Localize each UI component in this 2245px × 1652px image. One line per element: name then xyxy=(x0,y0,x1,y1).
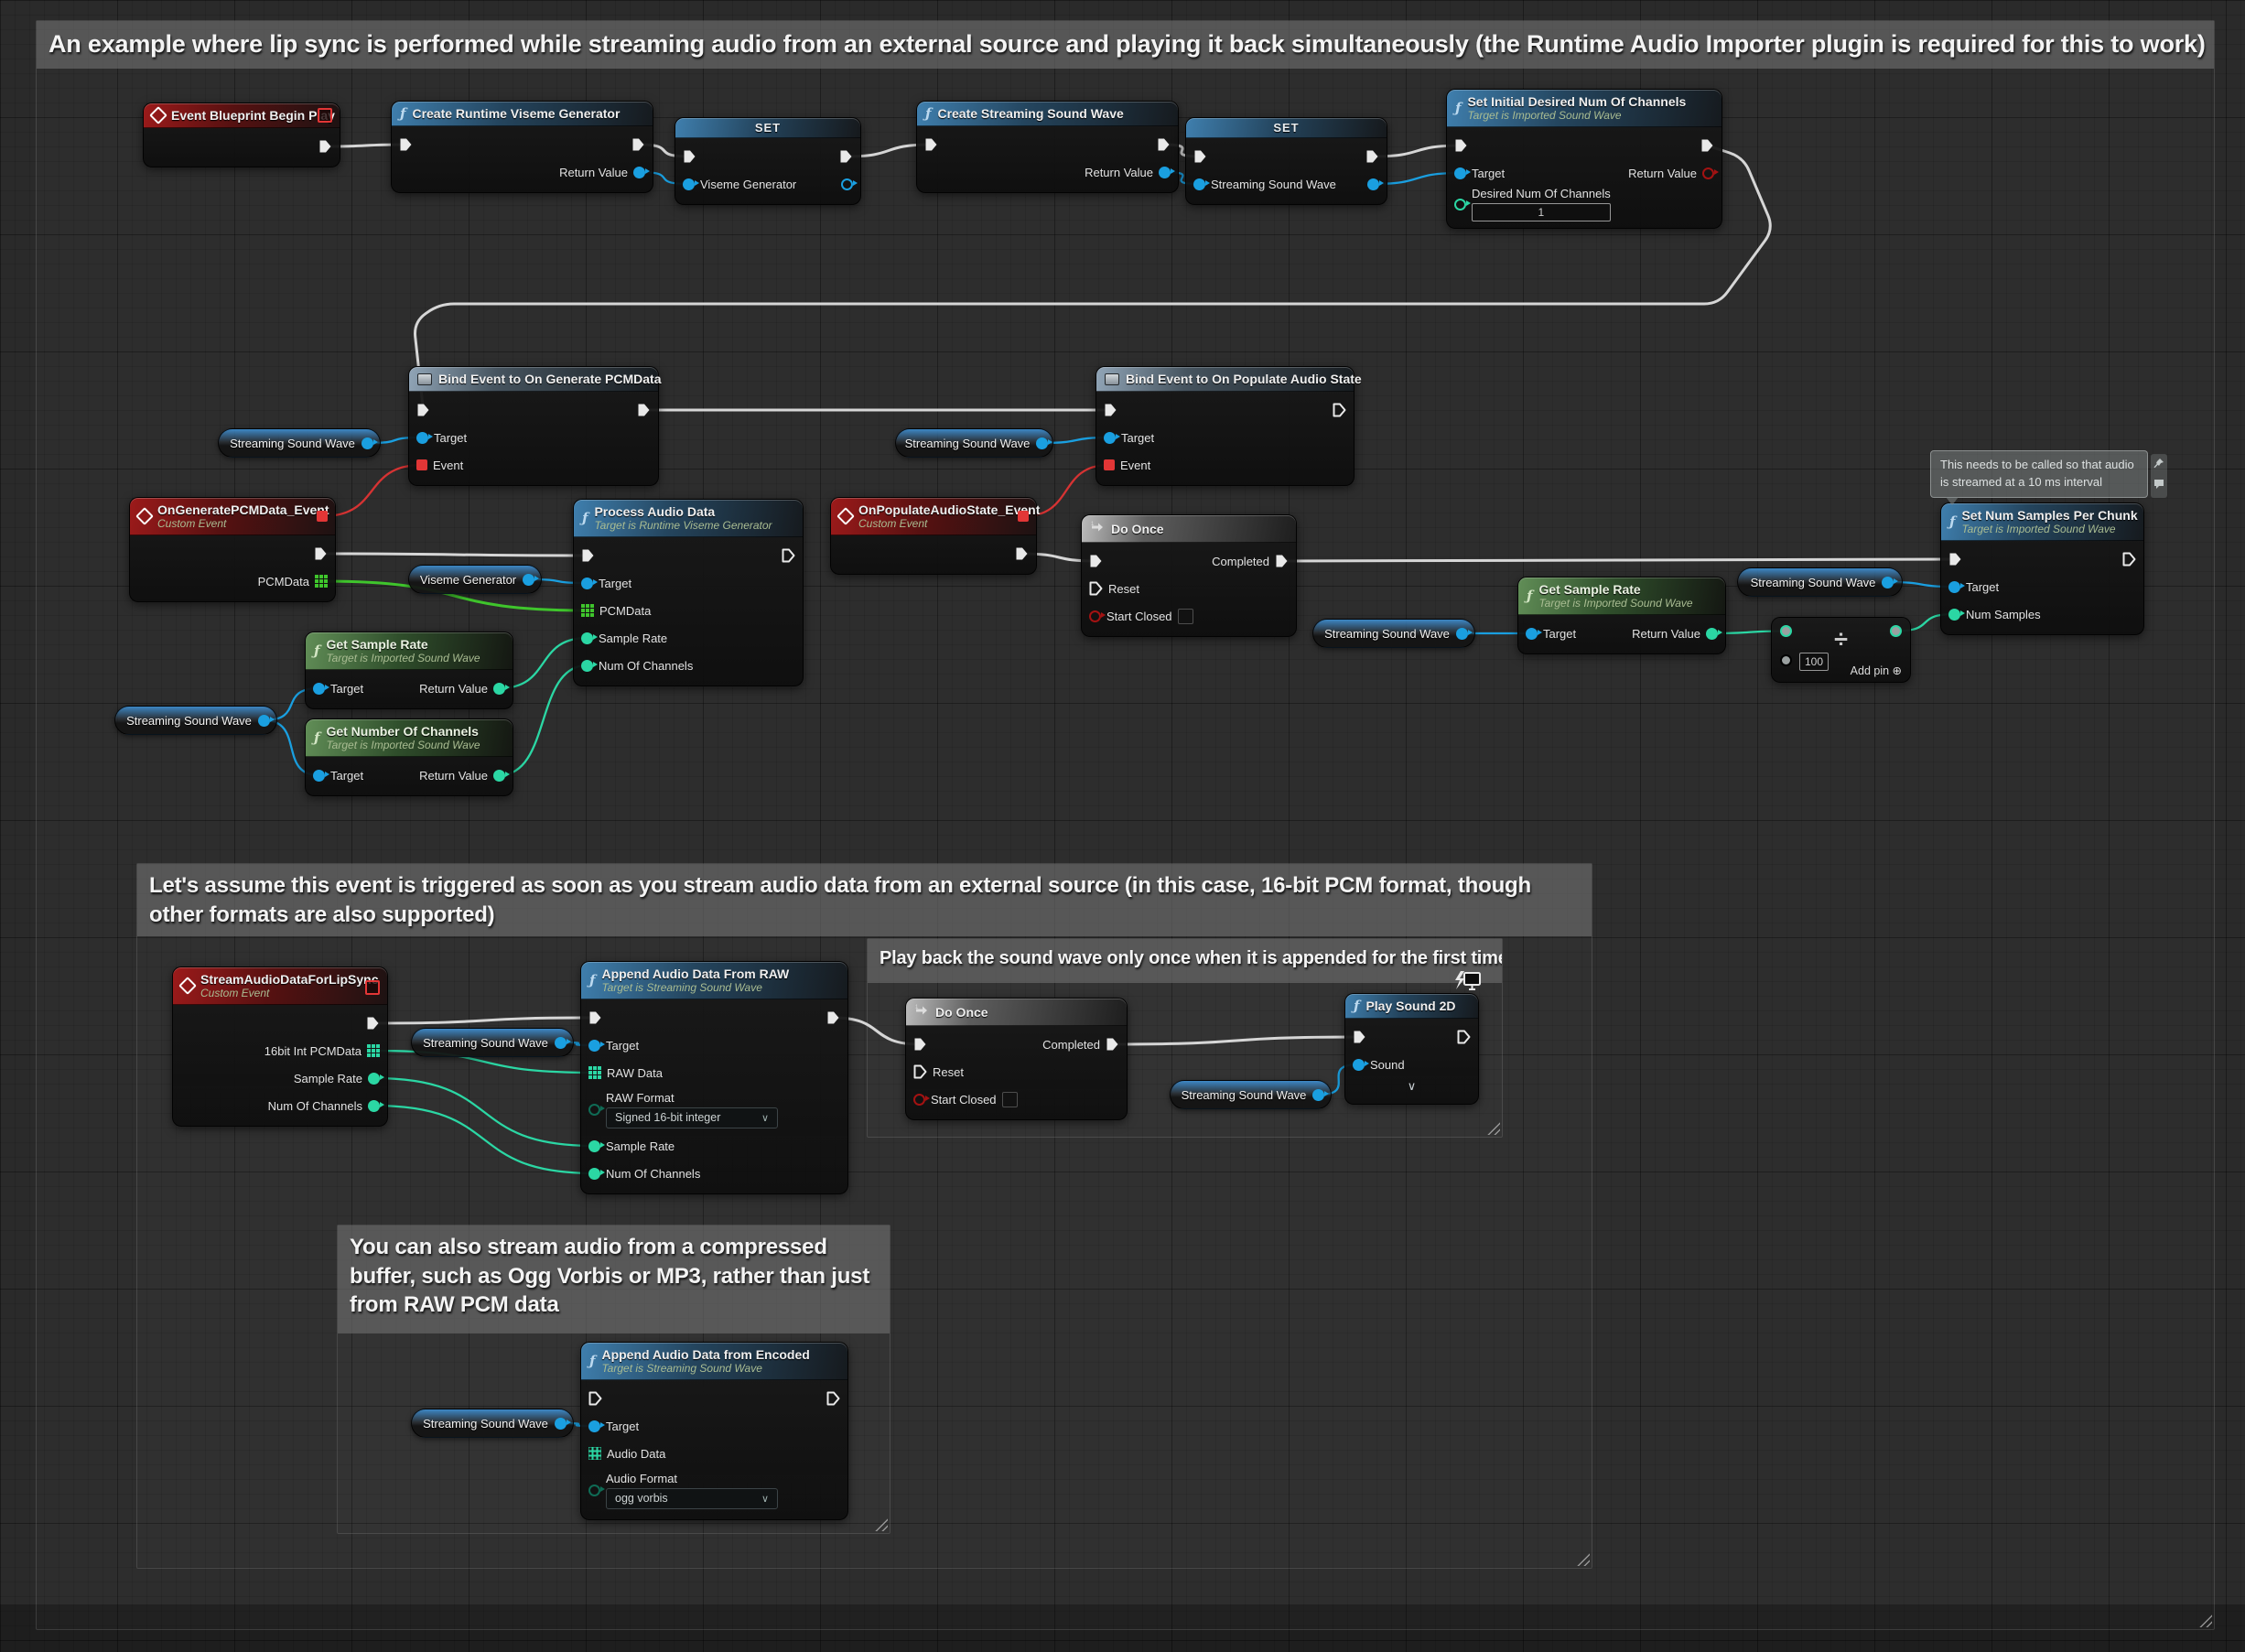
blueprint-canvas[interactable]: An example where lip sync is performed w… xyxy=(0,0,2245,1652)
note-tail xyxy=(1946,497,1959,505)
pin-icon[interactable] xyxy=(2153,457,2164,474)
note-bubble[interactable]: This needs to be called so that audio is… xyxy=(1930,450,2148,498)
note-text: This needs to be called so that audio is… xyxy=(1940,457,2138,491)
notes-layer: This needs to be called so that audio is… xyxy=(0,0,2245,1652)
note-icon-box xyxy=(2151,454,2167,498)
speech-icon[interactable] xyxy=(2153,478,2164,495)
